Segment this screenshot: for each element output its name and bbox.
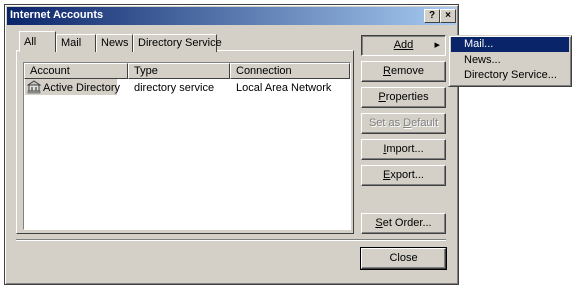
properties-button[interactable]: Properties (361, 87, 446, 108)
tab-news[interactable]: News (96, 34, 133, 52)
tab-mail[interactable]: Mail (56, 34, 96, 52)
row-account-name: Active Directory (43, 82, 121, 94)
tab-all[interactable]: All (19, 31, 56, 52)
remove-button[interactable]: Remove (361, 61, 446, 82)
set-as-default-button[interactable]: Set as Default (361, 113, 446, 134)
import-button[interactable]: Import... (361, 139, 446, 160)
close-window-button[interactable]: × (440, 9, 456, 23)
export-button[interactable]: Export... (361, 165, 446, 186)
menu-item-directory-service[interactable]: Directory Service... (451, 68, 569, 83)
column-header-connection[interactable]: Connection (230, 63, 350, 79)
tab-directory-service[interactable]: Directory Service (133, 34, 222, 52)
submenu-arrow-icon: ▸ (434, 39, 440, 51)
help-button[interactable]: ? (424, 9, 440, 23)
column-header-account[interactable]: Account (24, 63, 128, 79)
add-button-label: Add (393, 39, 414, 51)
menu-item-mail[interactable]: Mail... (451, 37, 569, 52)
window-title: Internet Accounts (10, 9, 104, 21)
separator (16, 239, 446, 241)
add-button[interactable]: Add ▸ (361, 35, 446, 56)
row-connection: Local Area Network (236, 82, 332, 94)
column-header-type[interactable]: Type (128, 63, 230, 79)
menu-item-news[interactable]: News... (451, 53, 569, 68)
directory-service-icon (26, 80, 42, 94)
row-account-type: directory service (134, 82, 215, 94)
close-button[interactable]: Close (360, 247, 447, 270)
set-order-button[interactable]: Set Order... (361, 213, 446, 234)
